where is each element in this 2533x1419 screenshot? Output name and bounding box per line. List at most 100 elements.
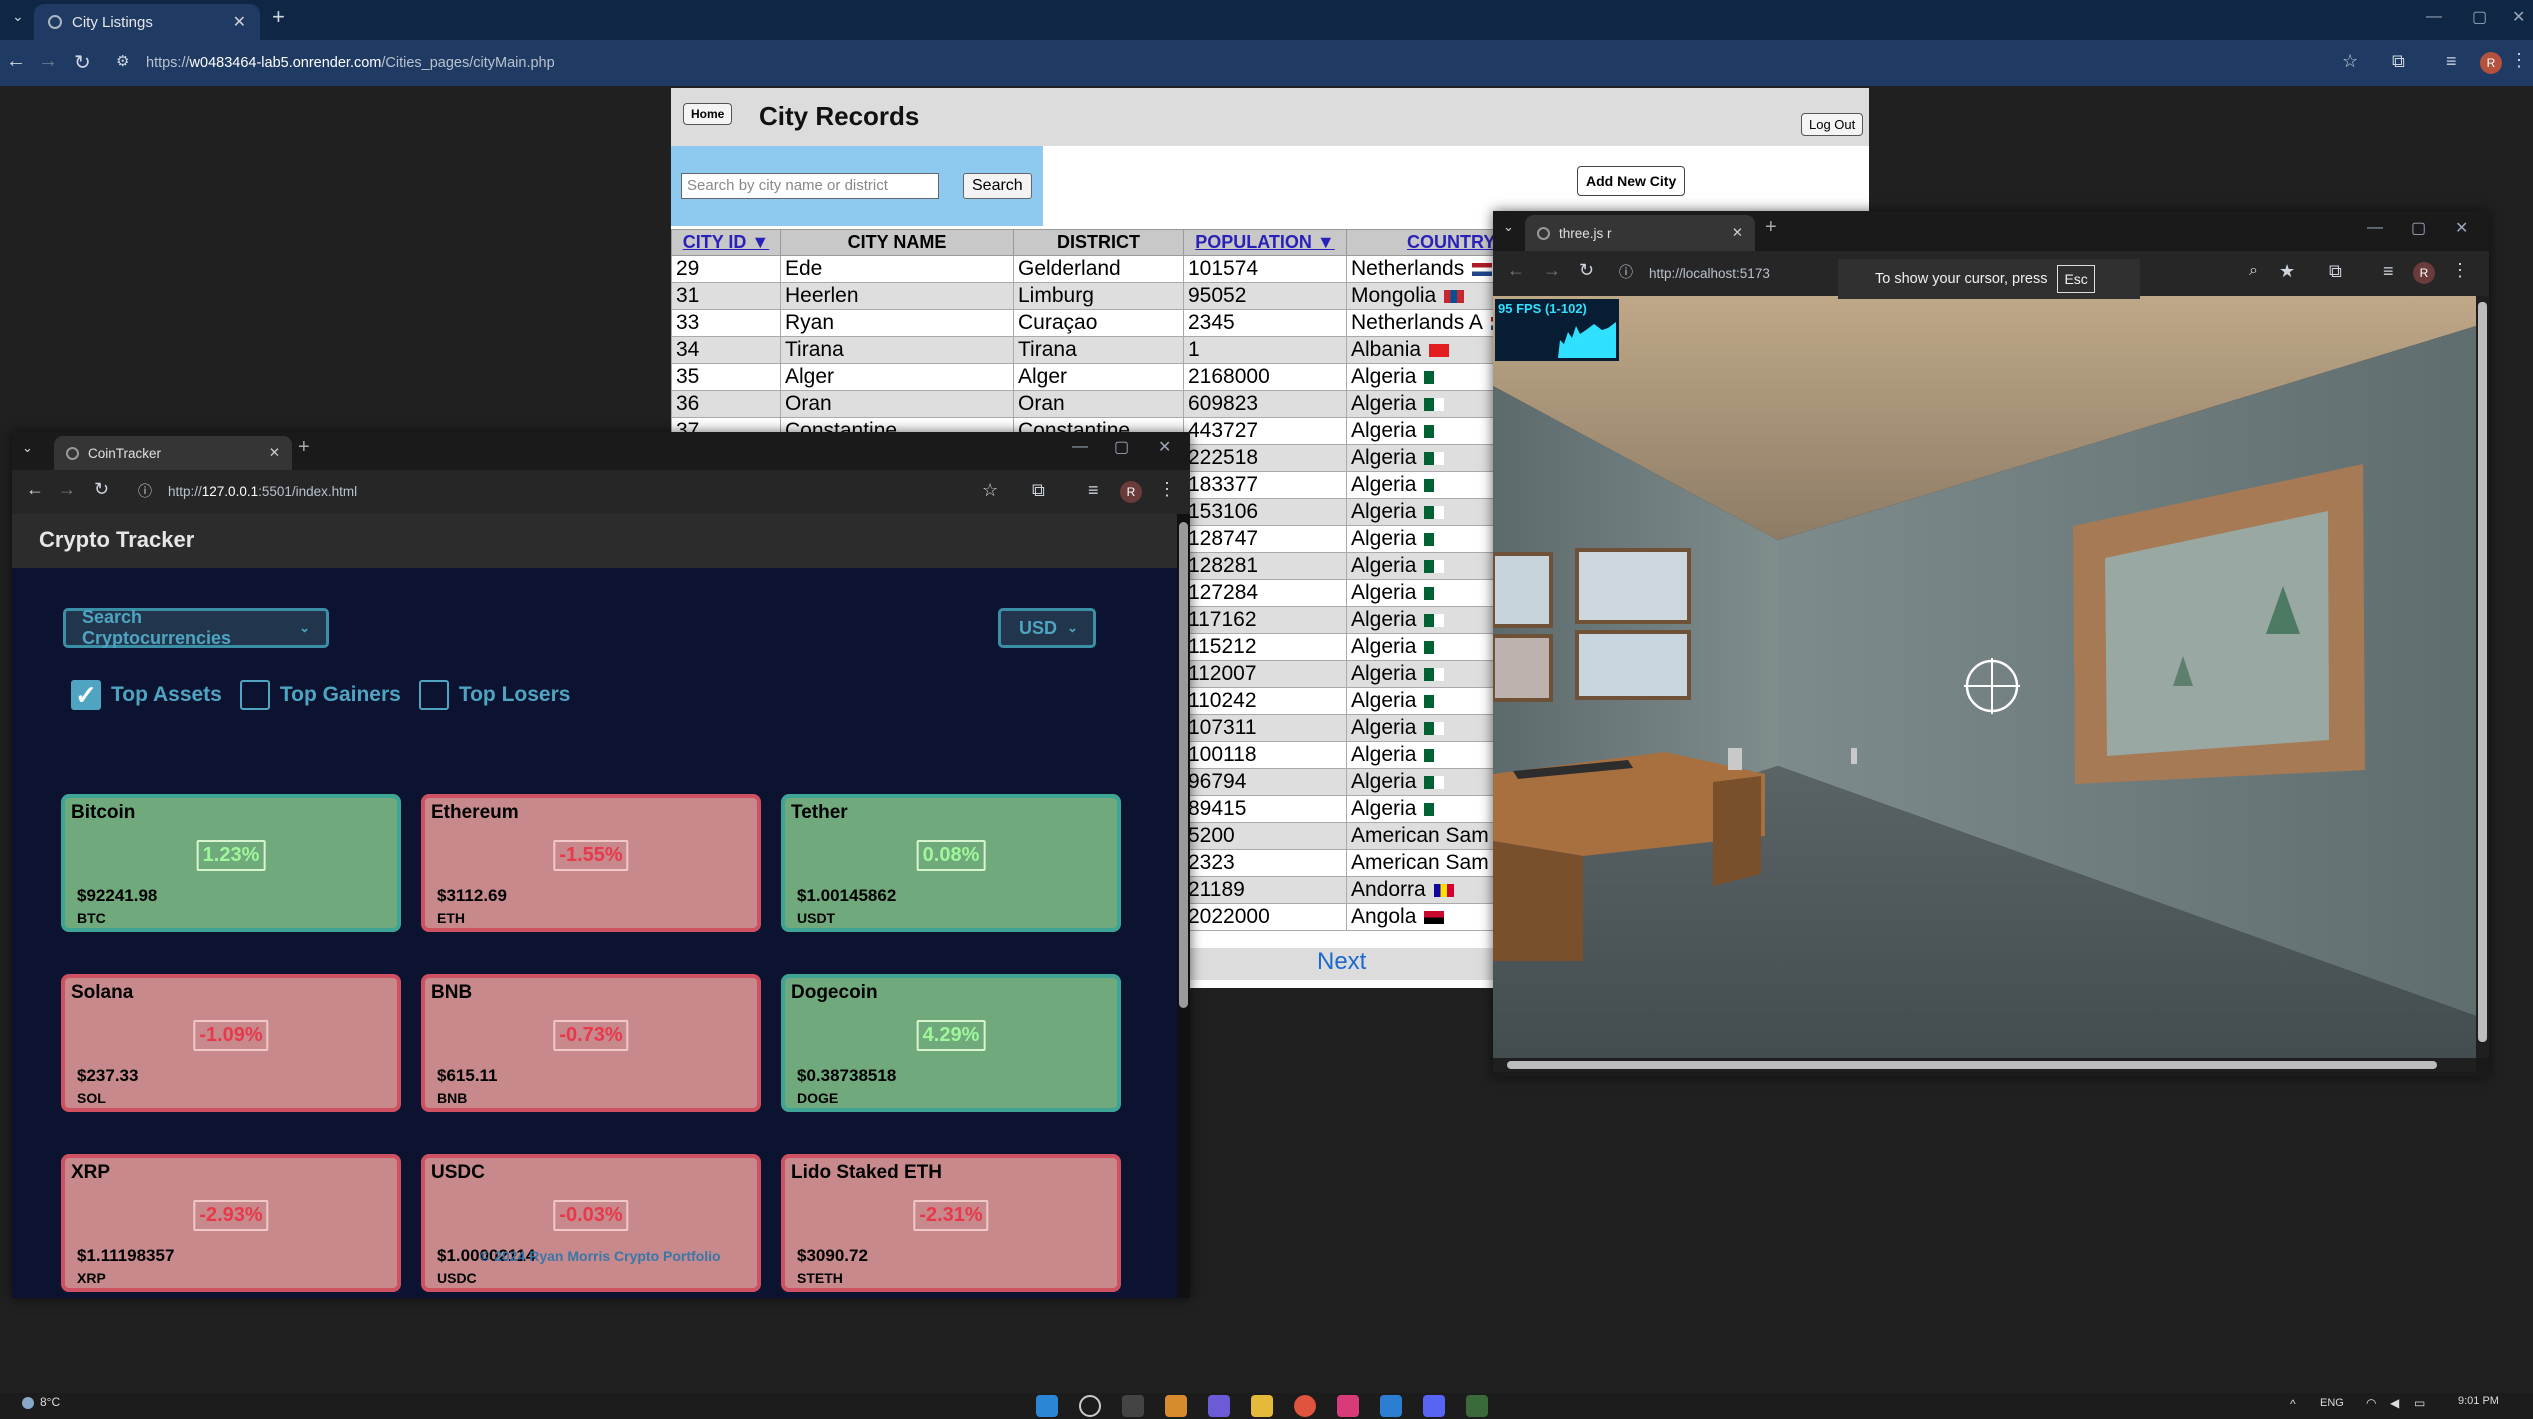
next-link[interactable]: Next bbox=[1317, 948, 1366, 975]
extensions-icon[interactable]: ⧉ bbox=[2329, 261, 2342, 282]
minimize-icon[interactable]: — bbox=[2426, 8, 2442, 26]
close-tab-icon[interactable]: ✕ bbox=[1732, 225, 1743, 241]
back-icon[interactable]: ← bbox=[26, 479, 44, 500]
clock[interactable]: 9:01 PM bbox=[2458, 1395, 2499, 1407]
coin-card[interactable]: BNB -0.73% $615.11 BNB bbox=[421, 974, 761, 1112]
coin-card[interactable]: Dogecoin 4.29% $0.38738518 DOGE bbox=[781, 974, 1121, 1112]
home-button[interactable]: Home bbox=[683, 103, 733, 125]
top-losers-label[interactable]: Top Losers bbox=[459, 683, 571, 707]
col-country[interactable]: COUNTRY bbox=[1346, 229, 1516, 256]
scroll-thumb[interactable] bbox=[1507, 1061, 2437, 1069]
media-icon[interactable]: ≡ bbox=[1088, 480, 1099, 501]
reload-icon[interactable]: ↻ bbox=[94, 479, 109, 500]
media-icon[interactable]: ≡ bbox=[2446, 51, 2457, 72]
start-icon[interactable] bbox=[1036, 1395, 1058, 1417]
maximize-icon[interactable]: ▢ bbox=[2411, 218, 2426, 238]
scroll-thumb[interactable] bbox=[2478, 302, 2487, 1042]
forward-icon[interactable]: → bbox=[58, 479, 76, 500]
col-population[interactable]: POPULATION ▼ bbox=[1183, 229, 1347, 256]
3d-scene[interactable] bbox=[1493, 296, 2476, 1058]
top-gainers-label[interactable]: Top Gainers bbox=[280, 683, 401, 707]
url-field[interactable]: http://localhost:5173 bbox=[1649, 266, 1770, 281]
app-icon[interactable] bbox=[1337, 1395, 1359, 1417]
tab-threejs[interactable]: three.js r ✕ bbox=[1525, 215, 1755, 251]
wifi-icon[interactable]: ◠ bbox=[2366, 1396, 2376, 1410]
search-button[interactable]: Search bbox=[963, 173, 1032, 199]
minimize-icon[interactable]: — bbox=[1072, 438, 1088, 456]
top-losers-checkbox[interactable] bbox=[418, 680, 449, 710]
app-icon[interactable] bbox=[1165, 1395, 1187, 1417]
back-icon[interactable]: ← bbox=[1507, 260, 1525, 281]
tab-cointracker[interactable]: CoinTracker ✕ bbox=[54, 436, 292, 470]
reload-icon[interactable]: ↻ bbox=[74, 50, 91, 75]
site-info-icon[interactable]: ⓘ bbox=[138, 481, 152, 501]
url-field[interactable]: http://127.0.0.1:5501/index.html bbox=[168, 484, 357, 499]
reload-icon[interactable]: ↻ bbox=[1579, 260, 1594, 281]
extensions-icon[interactable]: ⧉ bbox=[2392, 51, 2405, 72]
discord-icon[interactable] bbox=[1423, 1395, 1445, 1417]
currency-select[interactable]: USD ⌄ bbox=[998, 608, 1096, 648]
app-icon[interactable] bbox=[1208, 1395, 1230, 1417]
tray-chevron-icon[interactable]: ^ bbox=[2290, 1397, 2296, 1411]
top-assets-label[interactable]: Top Assets bbox=[111, 683, 222, 707]
scroll-thumb[interactable] bbox=[1179, 522, 1188, 1008]
extensions-icon[interactable]: ⧉ bbox=[1032, 480, 1045, 501]
minimize-icon[interactable]: — bbox=[2367, 219, 2383, 237]
menu-icon[interactable]: ⋮ bbox=[2451, 260, 2469, 281]
close-tab-icon[interactable]: ✕ bbox=[269, 445, 280, 461]
top-gainers-checkbox[interactable] bbox=[239, 680, 270, 710]
add-city-button[interactable]: Add New City bbox=[1577, 166, 1686, 196]
coin-card[interactable]: Ethereum -1.55% $3112.69 ETH bbox=[421, 794, 761, 932]
bookmark-star-icon[interactable]: ☆ bbox=[982, 480, 998, 501]
avatar[interactable]: R bbox=[1120, 481, 1142, 503]
task-view-icon[interactable] bbox=[1122, 1395, 1144, 1417]
top-assets-checkbox[interactable]: ✓ bbox=[71, 680, 101, 710]
horizontal-scrollbar[interactable] bbox=[1493, 1058, 2476, 1072]
logout-button[interactable]: Log Out bbox=[1801, 113, 1864, 136]
coin-card[interactable]: Solana -1.09% $237.33 SOL bbox=[61, 974, 401, 1112]
vscode-icon[interactable] bbox=[1380, 1395, 1402, 1417]
tab-city-listings[interactable]: City Listings ✕ bbox=[34, 4, 260, 40]
site-info-icon[interactable]: ⚙ bbox=[116, 52, 129, 70]
close-window-icon[interactable]: ✕ bbox=[2455, 218, 2468, 238]
coin-card[interactable]: Tether 0.08% $1.00145862 USDT bbox=[781, 794, 1121, 932]
search-icon[interactable] bbox=[1079, 1395, 1101, 1417]
chrome-icon[interactable] bbox=[1294, 1395, 1316, 1417]
app-icon[interactable] bbox=[1466, 1395, 1488, 1417]
forward-icon[interactable]: → bbox=[1543, 260, 1561, 281]
volume-icon[interactable]: ◀ bbox=[2390, 1396, 2399, 1410]
crypto-search-dropdown[interactable]: Search Cryptocurrencies ⌄ bbox=[63, 607, 329, 648]
coin-card[interactable]: USDC -0.03% $1.00002114 USDC bbox=[421, 1154, 761, 1292]
bookmark-star-icon[interactable]: ☆ bbox=[2342, 51, 2358, 72]
url-field[interactable]: https://w0483464-lab5.onrender.com/Citie… bbox=[146, 55, 555, 71]
close-window-icon[interactable]: ✕ bbox=[1158, 437, 1171, 457]
col-city-id[interactable]: CITY ID ▼ bbox=[671, 229, 781, 256]
close-tab-icon[interactable]: ✕ bbox=[233, 12, 246, 32]
battery-icon[interactable]: ▭ bbox=[2414, 1396, 2425, 1410]
avatar[interactable]: R bbox=[2480, 52, 2502, 74]
new-tab-icon[interactable]: + bbox=[298, 436, 310, 459]
menu-icon[interactable]: ⋮ bbox=[2510, 50, 2528, 71]
avatar[interactable]: R bbox=[2413, 262, 2435, 284]
vertical-scrollbar[interactable] bbox=[2476, 296, 2489, 1058]
close-window-icon[interactable]: ✕ bbox=[2512, 7, 2525, 27]
search-input[interactable]: Search by city name or district bbox=[681, 173, 939, 199]
coin-card[interactable]: Lido Staked ETH -2.31% $3090.72 STETH bbox=[781, 1154, 1121, 1292]
maximize-icon[interactable]: ▢ bbox=[1114, 437, 1129, 457]
new-tab-icon[interactable]: + bbox=[1765, 216, 1777, 239]
maximize-icon[interactable]: ▢ bbox=[2472, 7, 2487, 27]
back-icon[interactable]: ← bbox=[6, 50, 26, 73]
site-info-icon[interactable]: ⓘ bbox=[1619, 262, 1633, 282]
coin-card[interactable]: Bitcoin 1.23% $92241.98 BTC bbox=[61, 794, 401, 932]
zoom-icon[interactable]: ⌕ bbox=[2249, 262, 2258, 280]
tab-list-icon[interactable]: ⌄ bbox=[12, 8, 24, 25]
coin-card[interactable]: XRP -2.93% $1.11198357 XRP bbox=[61, 1154, 401, 1292]
media-icon[interactable]: ≡ bbox=[2383, 261, 2394, 282]
file-explorer-icon[interactable] bbox=[1251, 1395, 1273, 1417]
tab-list-icon[interactable]: ⌄ bbox=[1503, 219, 1514, 235]
language-indicator[interactable]: ENG bbox=[2320, 1397, 2344, 1409]
tab-list-icon[interactable]: ⌄ bbox=[22, 440, 33, 456]
menu-icon[interactable]: ⋮ bbox=[1158, 479, 1176, 500]
new-tab-icon[interactable]: + bbox=[272, 4, 285, 30]
bookmark-star-icon[interactable]: ★ bbox=[2279, 261, 2295, 282]
